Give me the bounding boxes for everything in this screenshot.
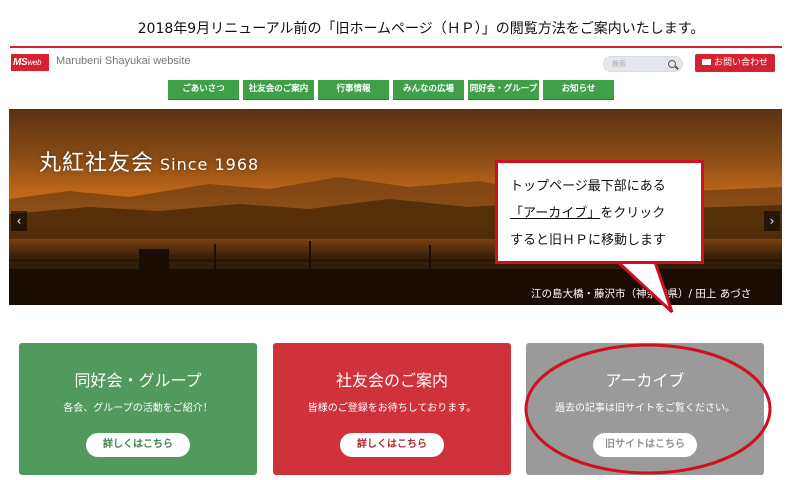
- instruction-callout: トップページ最下部にある 「アーカイブ」をクリック すると旧ＨＰに移動します: [495, 160, 704, 264]
- hero-caption: 江の島大橋・藤沢市（神奈川県）/ 田上 あづさ: [531, 288, 752, 300]
- slider-prev-button[interactable]: ‹: [11, 211, 27, 231]
- notice-text: 2018年9月リニューアル前の「旧ホームページ（ＨＰ）」の閲覧方法をご案内いたし…: [137, 21, 705, 37]
- logo-web: web: [27, 58, 42, 67]
- contact-button[interactable]: お問い合わせ: [695, 54, 775, 72]
- nav-item-plaza[interactable]: みんなの広場: [393, 80, 464, 99]
- card-about-button[interactable]: 詳しくはこちら: [340, 433, 444, 457]
- callout-line-1: トップページ最下部にある: [510, 179, 666, 194]
- card-archive: アーカイブ 過去の記事は旧サイトをご覧ください。 旧サイトはこちら: [526, 343, 764, 475]
- search-icon[interactable]: [668, 60, 676, 68]
- search-placeholder: 検索: [612, 60, 626, 68]
- contact-label: お問い合わせ: [713, 58, 768, 68]
- callout-line-2: 「アーカイブ」をクリック: [510, 200, 701, 227]
- card-groups-text: 各会、グループの活動をご紹介！: [63, 403, 213, 414]
- callout-archive-link-text: 「アーカイブ」: [510, 206, 601, 221]
- callout-line-3: すると旧ＨＰに移動します: [510, 233, 667, 248]
- nav-item-news[interactable]: お知らせ: [543, 80, 614, 99]
- logo-ms: MS: [13, 57, 28, 68]
- card-about-text: 皆様のご登録をお待ちしております。: [307, 403, 477, 414]
- mail-icon: [701, 59, 711, 65]
- card-groups: 同好会・グループ 各会、グループの活動をご紹介！ 詳しくはこちら: [19, 343, 257, 475]
- card-archive-text: 過去の記事は旧サイトをご覧ください。: [555, 403, 735, 414]
- card-archive-title: アーカイブ: [605, 371, 685, 390]
- card-groups-button[interactable]: 詳しくはこちら: [86, 433, 190, 457]
- top-rule: [10, 46, 782, 48]
- card-about: 社友会のご案内 皆様のご登録をお待ちしております。 詳しくはこちら: [273, 343, 511, 475]
- hero-since: Since 1968: [160, 155, 260, 174]
- card-about-title: 社友会のご案内: [335, 371, 448, 390]
- hero-title: 丸紅社友会 Since 1968: [39, 145, 259, 177]
- hero-title-text: 丸紅社友会: [39, 151, 155, 176]
- nav-item-groups[interactable]: 同好会・グループ: [468, 80, 539, 99]
- card-groups-title: 同好会・グループ: [74, 371, 202, 390]
- card-archive-button[interactable]: 旧サイトはこちら: [593, 433, 697, 457]
- nav-item-greeting[interactable]: ごあいさつ: [168, 80, 239, 99]
- site-name: Marubeni Shayukai website: [56, 55, 191, 67]
- main-nav: ごあいさつ 社友会のご案内 行事情報 みんなの広場 同好会・グループ お知らせ: [168, 80, 614, 99]
- callout-line-2-rest: をクリック: [600, 206, 666, 221]
- nav-item-events[interactable]: 行事情報: [318, 80, 389, 99]
- search-input[interactable]: 検索: [603, 56, 683, 72]
- slider-next-button[interactable]: ›: [764, 211, 780, 231]
- site-logo[interactable]: MSweb: [11, 54, 49, 71]
- nav-item-about[interactable]: 社友会のご案内: [243, 80, 314, 99]
